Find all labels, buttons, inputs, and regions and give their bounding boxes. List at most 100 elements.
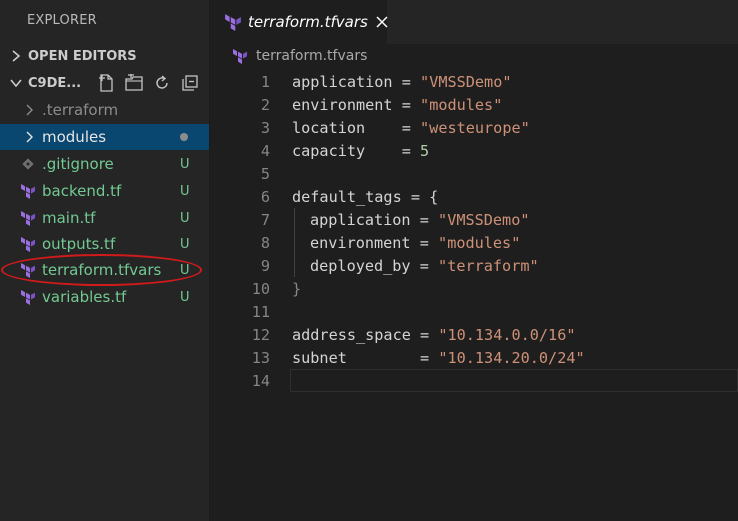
code-string: "modules" bbox=[438, 233, 521, 252]
line-number: 12 bbox=[251, 325, 270, 344]
chevron-right-icon bbox=[22, 131, 36, 143]
code-line: 10 } bbox=[210, 277, 738, 300]
git-status-badge: U bbox=[180, 183, 190, 199]
code-line: 1 application = "VMSSDemo" bbox=[210, 70, 738, 93]
terraform-icon bbox=[18, 210, 38, 226]
code-text: } bbox=[292, 279, 302, 298]
code-key: location bbox=[292, 118, 366, 137]
code-string: "10.134.20.0/24" bbox=[438, 348, 585, 367]
git-status-badge: U bbox=[180, 156, 190, 172]
code-string: "terraform" bbox=[438, 256, 539, 275]
code-line-current: 14 bbox=[210, 369, 738, 392]
collapse-all-icon[interactable] bbox=[179, 72, 201, 94]
chevron-right-icon bbox=[8, 50, 24, 62]
current-line-highlight bbox=[290, 369, 738, 392]
indent-guide bbox=[294, 208, 295, 231]
annotation-circle bbox=[1, 254, 202, 286]
code-key: environment bbox=[292, 95, 393, 114]
line-number: 9 bbox=[260, 256, 270, 275]
line-number: 13 bbox=[251, 348, 270, 367]
line-number: 8 bbox=[260, 233, 270, 252]
line-number: 11 bbox=[251, 302, 270, 321]
tree-item-label: main.tf bbox=[42, 209, 96, 227]
code-key: application bbox=[310, 210, 411, 229]
tree-item-label: .terraform bbox=[42, 101, 119, 119]
line-number: 5 bbox=[260, 164, 270, 183]
folder-section[interactable]: C9DE... bbox=[0, 71, 209, 95]
modified-dot-badge bbox=[180, 133, 188, 141]
new-file-icon[interactable] bbox=[95, 72, 117, 94]
open-editors-section[interactable]: OPEN EDITORS bbox=[0, 44, 209, 68]
code-string: "modules" bbox=[420, 95, 503, 114]
terraform-icon bbox=[230, 48, 250, 64]
tab-label: terraform.tfvars bbox=[248, 13, 368, 31]
code-line: 7 application = "VMSSDemo" bbox=[210, 208, 738, 231]
indent-guide bbox=[294, 254, 295, 277]
code-key: environment bbox=[310, 233, 411, 252]
git-status-badge: U bbox=[180, 289, 190, 305]
code-line: 5 bbox=[210, 162, 738, 185]
code-number: 5 bbox=[420, 141, 430, 160]
code-string: "VMSSDemo" bbox=[438, 210, 530, 229]
tree-item-label: backend.tf bbox=[42, 182, 122, 200]
code-line: 6 default_tags = { bbox=[210, 185, 738, 208]
breadcrumb[interactable]: terraform.tfvars bbox=[210, 45, 367, 67]
breadcrumb-file: terraform.tfvars bbox=[256, 48, 368, 64]
code-editor[interactable]: 1 application = "VMSSDemo" 2 environment… bbox=[210, 70, 738, 392]
line-number: 4 bbox=[260, 141, 270, 160]
new-folder-icon[interactable] bbox=[123, 72, 145, 94]
tree-item-label: .gitignore bbox=[42, 155, 114, 173]
editor-tab-bar: terraform.tfvars bbox=[210, 0, 738, 44]
code-string: "westeurope" bbox=[420, 118, 530, 137]
line-number: 3 bbox=[260, 118, 270, 137]
line-number: 10 bbox=[251, 279, 270, 298]
explorer-title: EXPLORER bbox=[27, 13, 97, 28]
chevron-right-icon bbox=[22, 104, 36, 116]
folder-label: C9DE... bbox=[28, 75, 82, 91]
terraform-icon bbox=[224, 13, 242, 31]
code-string: "VMSSDemo" bbox=[420, 72, 512, 91]
open-editors-label: OPEN EDITORS bbox=[28, 48, 137, 64]
code-key: capacity bbox=[292, 141, 366, 160]
terraform-icon bbox=[18, 183, 38, 199]
tree-file-main-tf[interactable]: main.tf U bbox=[0, 205, 209, 231]
code-line: 13 subnet = "10.134.20.0/24" bbox=[210, 346, 738, 369]
git-status-badge: U bbox=[180, 210, 190, 226]
tree-item-label: variables.tf bbox=[42, 288, 127, 306]
chevron-down-icon bbox=[8, 78, 24, 88]
code-line: 12 address_space = "10.134.0.0/16" bbox=[210, 323, 738, 346]
terraform-icon bbox=[18, 289, 38, 305]
explorer-toolbar bbox=[95, 71, 209, 95]
code-line: 9 deployed_by = "terraform" bbox=[210, 254, 738, 277]
indent-guide bbox=[294, 231, 295, 254]
explorer-sidebar: EXPLORER OPEN EDITORS C9DE... .terraform… bbox=[0, 0, 210, 521]
tree-item-label: modules bbox=[42, 128, 107, 146]
tree-folder-terraform[interactable]: .terraform bbox=[0, 97, 209, 123]
code-line: 4 capacity = 5 bbox=[210, 139, 738, 162]
line-number: 1 bbox=[260, 72, 270, 91]
code-string: "10.134.0.0/16" bbox=[438, 325, 576, 344]
refresh-icon[interactable] bbox=[151, 72, 173, 94]
tab-terraform-tfvars[interactable]: terraform.tfvars bbox=[210, 0, 388, 44]
tree-file-variables-tf[interactable]: variables.tf U bbox=[0, 284, 209, 310]
line-number: 14 bbox=[251, 371, 270, 390]
code-line: 3 location = "westeurope" bbox=[210, 116, 738, 139]
git-status-badge: U bbox=[180, 236, 190, 252]
tree-folder-modules[interactable]: modules bbox=[0, 124, 209, 150]
code-line: 8 environment = "modules" bbox=[210, 231, 738, 254]
line-number: 7 bbox=[260, 210, 270, 229]
close-icon[interactable] bbox=[376, 16, 388, 28]
code-line: 11 bbox=[210, 300, 738, 323]
line-number: 6 bbox=[260, 187, 270, 206]
code-key: address_space bbox=[292, 325, 411, 344]
tree-item-label: outputs.tf bbox=[42, 235, 116, 253]
code-key: subnet bbox=[292, 348, 347, 367]
code-text: default_tags = { bbox=[292, 187, 439, 206]
terraform-icon bbox=[18, 236, 38, 252]
code-line: 2 environment = "modules" bbox=[210, 93, 738, 116]
code-key: application bbox=[292, 72, 393, 91]
tree-file-backend-tf[interactable]: backend.tf U bbox=[0, 178, 209, 204]
gitignore-icon bbox=[18, 157, 38, 171]
line-number: 2 bbox=[260, 95, 270, 114]
tree-file-gitignore[interactable]: .gitignore U bbox=[0, 151, 209, 177]
